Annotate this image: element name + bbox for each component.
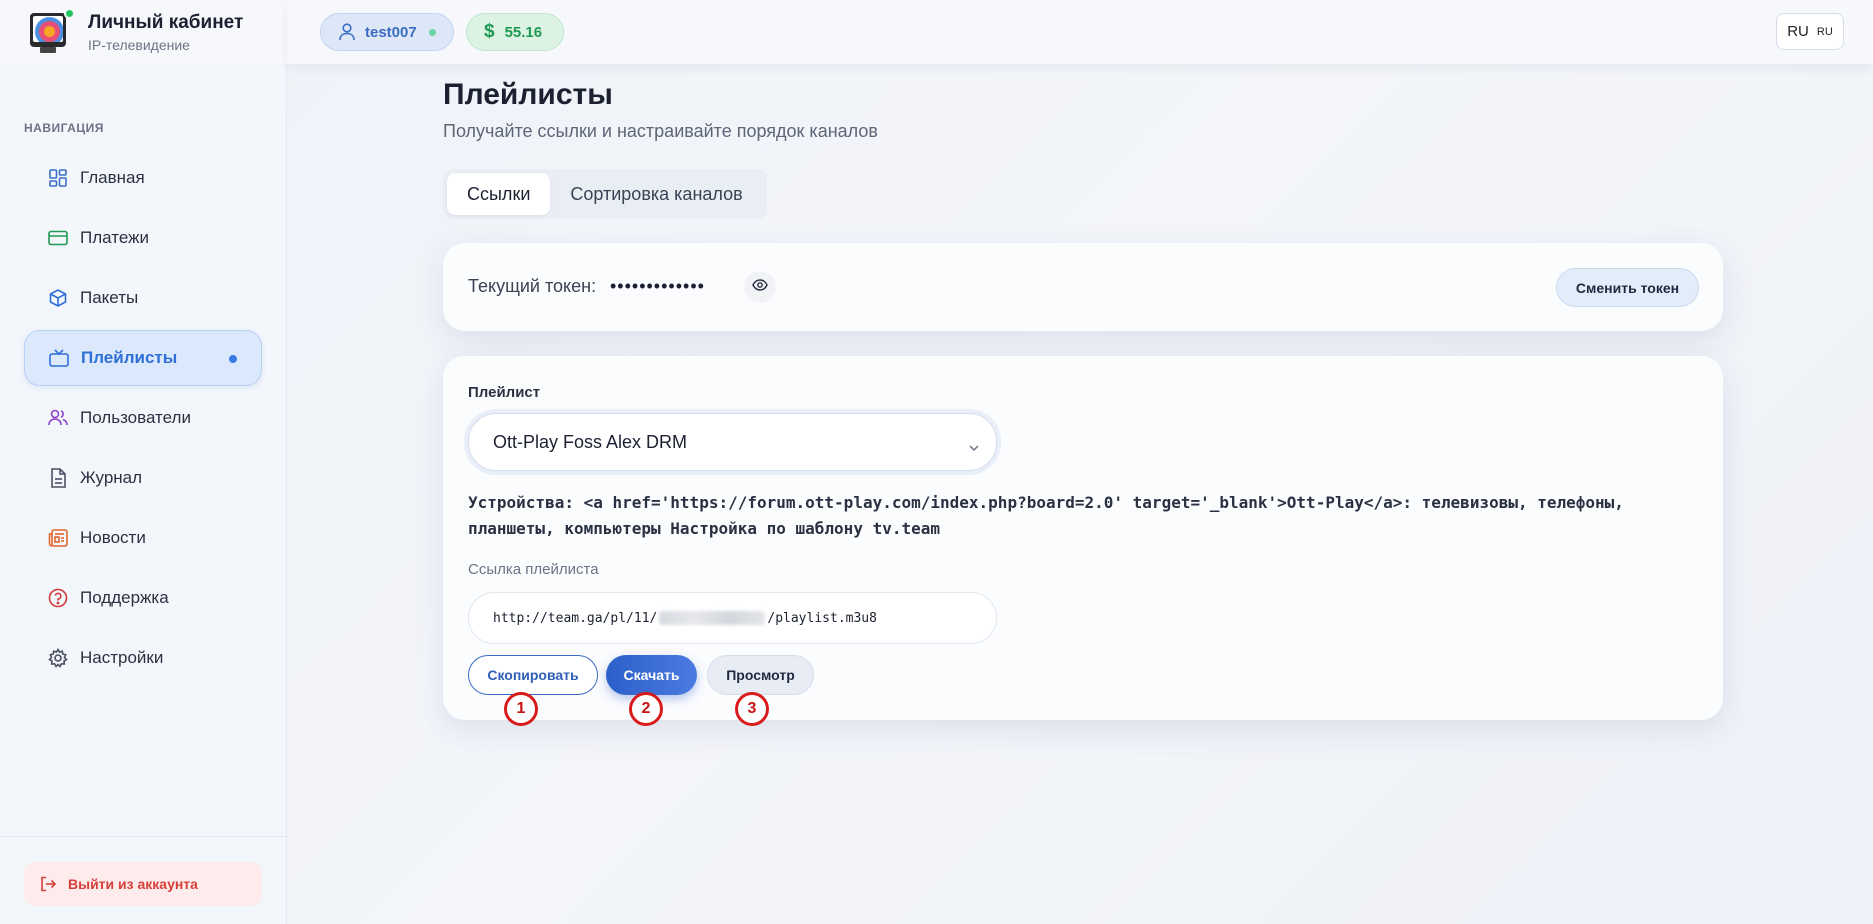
tab-bar: Ссылки Сортировка каналов (443, 169, 767, 219)
sidebar-item-support[interactable]: Поддержка (24, 570, 262, 626)
playlist-select[interactable]: Ott-Play Foss Alex DRM (468, 413, 997, 471)
view-button[interactable]: Просмотр (707, 655, 814, 695)
sidebar-item-news[interactable]: Новости (24, 510, 262, 566)
sidebar-item-packages[interactable]: Пакеты (24, 270, 262, 326)
language-code: RU (1787, 23, 1809, 40)
sidebar-item-label: Пакеты (80, 288, 139, 307)
sidebar-item-label: Поддержка (80, 588, 169, 607)
sidebar-divider (0, 836, 287, 837)
dashboard-icon (48, 168, 68, 188)
tab-links[interactable]: Ссылки (447, 173, 551, 215)
blurred-token-segment (659, 611, 766, 625)
document-icon (48, 468, 68, 488)
logo (28, 8, 75, 55)
playlist-link-prefix: http://team.ga/pl/11/ (493, 610, 658, 626)
annotation-marker-2: 2 (629, 692, 663, 726)
sidebar-item-journal[interactable]: Журнал (24, 450, 262, 506)
nav-caption: НАВИГАЦИЯ (24, 121, 104, 135)
user-icon (339, 23, 355, 41)
change-token-button[interactable]: Сменить токен (1556, 268, 1699, 307)
devices-description: Устройства: <a href='https://forum.ott-p… (468, 493, 1624, 538)
sidebar-item-label: Журнал (80, 468, 143, 487)
logout-icon (40, 876, 56, 892)
dollar-icon: $ (484, 21, 495, 42)
brand[interactable]: Личный кабинет IP-телевидение (0, 0, 287, 64)
brand-title: Личный кабинет (88, 11, 244, 33)
sidebar-item-label: Плейлисты (81, 348, 178, 367)
credit-card-icon (48, 228, 68, 248)
logout-label: Выйти из аккаунта (68, 876, 198, 892)
annotation-marker-3: 3 (735, 692, 769, 726)
playlist-label: Плейлист (468, 384, 541, 401)
token-card: Текущий токен: ••••••••••••• Сменить ток… (443, 243, 1723, 331)
online-status-dot (64, 8, 75, 19)
playlist-link-suffix: /playlist.m3u8 (767, 610, 877, 626)
balance-badge[interactable]: $ 55.16 (466, 13, 564, 51)
token-label: Текущий токен: (468, 276, 597, 296)
active-indicator-dot (229, 355, 237, 363)
playlist-selected-value: Ott-Play Foss Alex DRM (493, 431, 688, 452)
show-token-button[interactable] (744, 271, 776, 303)
playlist-link-field[interactable]: http://team.ga/pl/11/ /playlist.m3u8 (468, 592, 997, 644)
sidebar-item-playlists[interactable]: Плейлисты (24, 330, 262, 386)
online-dot (428, 28, 436, 36)
sidebar: Личный кабинет IP-телевидение НАВИГАЦИЯ … (0, 0, 287, 924)
newspaper-icon (48, 528, 68, 548)
package-icon (48, 288, 68, 308)
sidebar-item-settings[interactable]: Настройки (24, 630, 262, 686)
playlist-link-label: Ссылка плейлиста (468, 561, 599, 578)
sidebar-nav: Главная Платежи Пакеты Плейлисты Пользов… (24, 150, 262, 690)
sidebar-item-label: Главная (80, 168, 145, 187)
users-icon (48, 408, 68, 428)
logout-button[interactable]: Выйти из аккаунта (24, 862, 262, 906)
sidebar-item-label: Платежи (80, 228, 149, 247)
sidebar-item-label: Новости (80, 528, 146, 547)
brand-subtitle: IP-телевидение (88, 36, 190, 53)
download-button[interactable]: Скачать (606, 655, 697, 695)
top-bar: test007 $ 55.16 RU RU (287, 0, 1873, 64)
language-code-small: RU (1816, 25, 1833, 38)
language-switcher[interactable]: RU RU (1776, 13, 1844, 50)
eye-icon (752, 278, 768, 296)
sidebar-item-payments[interactable]: Платежи (24, 210, 262, 266)
chevron-down-icon (968, 436, 980, 457)
user-badge[interactable]: test007 (320, 13, 454, 51)
gear-icon (48, 648, 68, 668)
copy-button[interactable]: Скопировать (468, 655, 598, 695)
tv-icon (49, 348, 69, 368)
page-title: Плейлисты (443, 78, 613, 111)
sidebar-item-users[interactable]: Пользователи (24, 390, 262, 446)
tab-channel-sorting[interactable]: Сортировка каналов (550, 173, 762, 215)
sidebar-item-label: Настройки (80, 648, 164, 667)
help-icon (48, 588, 68, 608)
balance-value: 55.16 (504, 23, 543, 41)
sidebar-item-home[interactable]: Главная (24, 150, 262, 206)
page-subtitle: Получайте ссылки и настраивайте порядок … (443, 121, 878, 141)
username: test007 (365, 23, 417, 41)
token-value: ••••••••••••• (610, 276, 705, 296)
annotation-marker-1: 1 (504, 692, 538, 726)
playlist-card: Плейлист Ott-Play Foss Alex DRM Устройст… (443, 356, 1723, 720)
sidebar-item-label: Пользователи (80, 408, 191, 427)
